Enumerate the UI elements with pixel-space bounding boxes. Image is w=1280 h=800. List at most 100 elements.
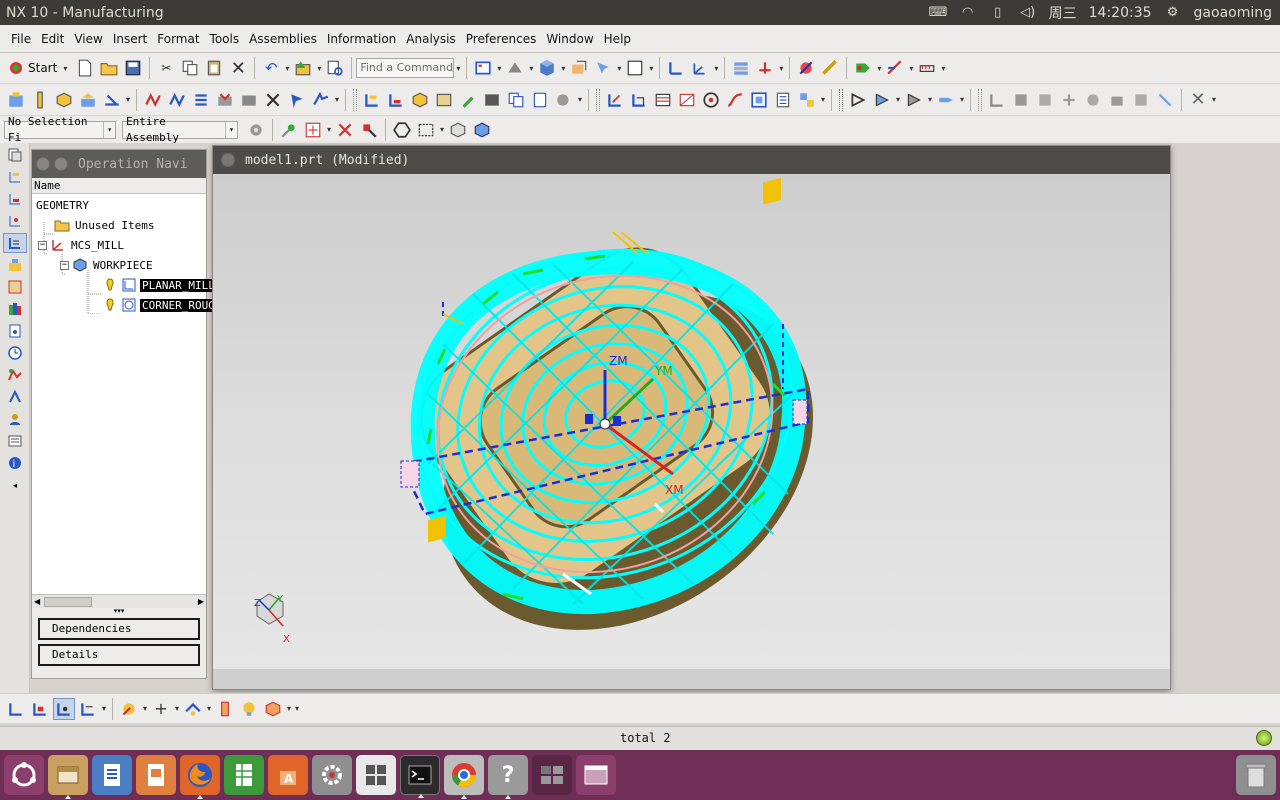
clock-day[interactable]: 周三	[1049, 3, 1077, 23]
chevron-down-icon[interactable]: ▾	[615, 64, 623, 73]
chevron-down-icon[interactable]: ▾	[926, 95, 934, 104]
cut-icon[interactable]: ✂	[155, 57, 177, 79]
horizontal-scrollbar[interactable]: ◀ ▶	[32, 594, 206, 608]
user-name[interactable]: gaoaoming	[1194, 5, 1272, 21]
chevron-down-icon[interactable]: ▾	[894, 95, 902, 104]
find-command-input[interactable]: Find a Command	[356, 58, 455, 78]
snap-point-icon[interactable]	[852, 57, 874, 79]
chevron-down-icon[interactable]: ▾	[712, 64, 720, 73]
calc-icon[interactable]	[224, 755, 264, 795]
navigator-tab-icon[interactable]	[3, 145, 27, 165]
writer-icon[interactable]	[92, 755, 132, 795]
assembly-icon-1[interactable]	[986, 89, 1008, 111]
copy-icon[interactable]	[179, 57, 201, 79]
chevron-down-icon[interactable]: ▾	[173, 704, 181, 713]
keyboard-icon[interactable]	[356, 755, 396, 795]
delete-icon[interactable]: ✕	[227, 57, 249, 79]
3d-viewport[interactable]: ZM YM XM X Y Z	[213, 174, 1170, 669]
selection-scope-select[interactable]: Entire Assembly ▾	[122, 115, 238, 144]
play-filter-icon[interactable]	[903, 89, 925, 111]
box-icon[interactable]	[262, 698, 284, 720]
crosshair-icon[interactable]: +	[150, 698, 172, 720]
roles-icon[interactable]	[3, 409, 27, 429]
clock-time[interactable]: 14:20:35	[1089, 5, 1152, 21]
start-button[interactable]: Start ▾	[4, 57, 73, 79]
assembly-icon-4[interactable]	[1058, 89, 1080, 111]
close-icon[interactable]: ✕	[1187, 89, 1209, 111]
point-on-curve-icon[interactable]	[302, 119, 324, 141]
chevron-down-icon[interactable]: ▾	[205, 704, 213, 713]
chevron-down-icon[interactable]: ▾	[100, 704, 108, 713]
tool-list-icon[interactable]	[772, 89, 794, 111]
menu-analysis[interactable]: Analysis	[401, 32, 460, 46]
selection-filter-select[interactable]: No Selection Fi ▾	[4, 115, 116, 144]
render-style-icon[interactable]	[504, 57, 526, 79]
menu-information[interactable]: Information	[322, 32, 401, 46]
machine-view-icon[interactable]	[29, 698, 51, 720]
assembly-icon-2[interactable]	[1010, 89, 1032, 111]
chevron-down-icon[interactable]: ▾	[315, 64, 323, 73]
wcs-icon[interactable]	[665, 57, 687, 79]
assembly-icon-7[interactable]	[1130, 89, 1152, 111]
play-icon[interactable]	[847, 89, 869, 111]
chevron-down-icon[interactable]: ▾	[527, 64, 535, 73]
chevron-down-icon[interactable]: ▾	[325, 125, 333, 134]
delete-toolpath-icon[interactable]	[262, 89, 284, 111]
help-icon[interactable]: i	[3, 453, 27, 473]
menu-help[interactable]: Help	[599, 32, 636, 46]
intersection-icon[interactable]	[334, 119, 356, 141]
chevron-down-icon[interactable]: ▾	[875, 64, 883, 73]
impress-icon[interactable]	[136, 755, 176, 795]
wifi-icon[interactable]: ◠	[959, 5, 977, 20]
verify-toolpath-icon[interactable]	[214, 89, 236, 111]
navigator-column-header[interactable]: Name	[32, 178, 206, 194]
process-studio-icon[interactable]	[3, 387, 27, 407]
ubuntu-dash-icon[interactable]	[4, 755, 44, 795]
new-file-icon[interactable]	[74, 57, 96, 79]
postprocess-icon[interactable]	[286, 89, 308, 111]
panel-splitter[interactable]: ▾▾▾	[32, 608, 206, 615]
analysis-icon[interactable]	[795, 57, 817, 79]
replay-toolpath-icon[interactable]	[166, 89, 188, 111]
scroll-left-icon[interactable]: ◀	[34, 597, 40, 606]
gear-icon[interactable]: ⚙	[1164, 5, 1182, 20]
select-body-icon[interactable]	[447, 119, 469, 141]
assembly-navigator-icon[interactable]	[3, 189, 27, 209]
select-solid-icon[interactable]	[471, 119, 493, 141]
assign-icon[interactable]	[796, 89, 818, 111]
chevron-down-icon[interactable]: ▾	[958, 95, 966, 104]
assembly-icon-8[interactable]	[1154, 89, 1176, 111]
feature-navigator-icon[interactable]	[3, 277, 27, 297]
chevron-down-icon[interactable]: ▾	[283, 64, 291, 73]
tree-node-planar-mill[interactable]: PLANAR_MILL	[102, 276, 217, 294]
tree-node-unused-items[interactable]: Unused Items	[54, 216, 156, 234]
create-tool-icon[interactable]	[29, 89, 51, 111]
menu-tools[interactable]: Tools	[205, 32, 245, 46]
undo-icon[interactable]: ↶	[260, 57, 282, 79]
polygon-select-icon[interactable]	[391, 119, 413, 141]
collapse-icon[interactable]: −	[38, 240, 47, 250]
non-cutting-icon[interactable]	[628, 89, 650, 111]
create-method-icon[interactable]	[77, 89, 99, 111]
edit-object-icon[interactable]	[457, 89, 479, 111]
chevron-down-icon[interactable]: ▾	[285, 704, 293, 713]
details-tab[interactable]: Details	[38, 644, 200, 666]
cut-object-icon[interactable]	[481, 89, 503, 111]
menu-preferences[interactable]: Preferences	[461, 32, 542, 46]
window-icon[interactable]	[576, 755, 616, 795]
layer-tool-icon[interactable]	[182, 698, 204, 720]
feed-rate-icon[interactable]	[604, 89, 626, 111]
chevron-down-icon[interactable]: ▾	[454, 64, 462, 73]
more-icon[interactable]: ◂	[3, 475, 27, 495]
toolbar-grip[interactable]	[978, 88, 982, 111]
method-view-icon[interactable]	[77, 698, 99, 720]
tree-node-workpiece[interactable]: − WORKPIECE	[60, 256, 155, 274]
display-mode-icon[interactable]	[472, 57, 494, 79]
boundary-icon[interactable]	[748, 89, 770, 111]
move-to-layer-icon[interactable]	[754, 57, 776, 79]
list-toolpath-icon[interactable]	[190, 89, 212, 111]
menu-view[interactable]: View	[69, 32, 107, 46]
menu-format[interactable]: Format	[152, 32, 204, 46]
toolbar-grip[interactable]	[353, 88, 357, 111]
generate-toolpath-icon[interactable]	[142, 89, 164, 111]
